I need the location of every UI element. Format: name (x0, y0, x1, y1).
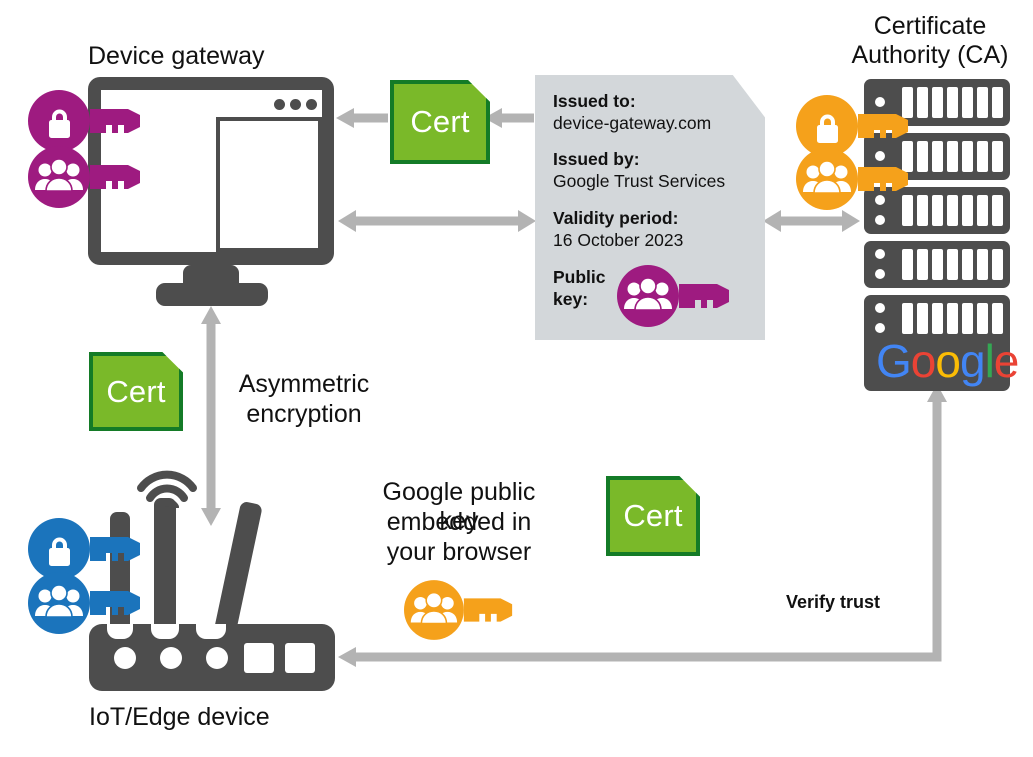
page-title-ca-line2: Authority (CA) (851, 41, 1009, 69)
window-dot-icon (306, 99, 317, 110)
cert-badge: Cert (390, 80, 490, 164)
page-title-device-gateway: Device gateway (88, 42, 265, 70)
label-verify-trust: Verify trust (786, 592, 881, 612)
rack-led-icon (875, 269, 885, 279)
label-google-key-line3: your browser (386, 538, 532, 566)
lock-key-icon (28, 90, 140, 152)
window-dot-icon (274, 99, 285, 110)
people-key-icon (796, 148, 908, 210)
arrow-gateway-panel-bidirectional (338, 210, 536, 232)
people-key-icon (617, 265, 729, 327)
rack-led-icon (875, 249, 885, 259)
google-logo-letter: o (935, 335, 961, 387)
cert-badge-label: Cert (410, 104, 470, 139)
antenna-middle (154, 498, 176, 637)
key-certificate-public (617, 265, 733, 332)
google-logo-letter: g (959, 335, 986, 387)
router-port (244, 643, 274, 673)
lock-key-icon (28, 518, 140, 580)
google-logo-letter: e (993, 335, 1020, 387)
issued-by-value: Google Trust Services (553, 171, 726, 191)
cert-badge-label: Cert (623, 498, 683, 533)
public-key-label-line2: key: (553, 289, 589, 309)
google-logo: Google (876, 335, 1020, 387)
diagram-canvas: Device gateway Cert Issued to: device-ga… (0, 0, 1033, 757)
issued-to-value: device-gateway.com (553, 113, 712, 133)
issued-by-label: Issued by: (553, 149, 640, 169)
google-logo-letter: o (910, 335, 937, 387)
certificate-details-panel: Issued to: device-gateway.com Issued by:… (535, 75, 765, 340)
router-port (285, 643, 315, 673)
wifi-icon (137, 470, 197, 508)
label-asymmetric-line1: Asymmetric (238, 370, 370, 398)
people-key-icon (28, 146, 140, 208)
people-key-icon (28, 572, 140, 634)
arrow-panel-to-cert (484, 108, 534, 128)
router-led-icon (114, 647, 136, 669)
public-key-label-line1: Public (553, 267, 606, 287)
key-iot-public (28, 572, 144, 639)
rack-unit-google: Google (864, 295, 1019, 391)
issued-to-label: Issued to: (553, 91, 636, 111)
rack-unit (864, 241, 1010, 288)
arrow-gateway-iot-bidirectional (201, 306, 221, 526)
label-iot-device: IoT/Edge device (89, 703, 270, 731)
people-key-icon (404, 580, 513, 640)
rack-led-icon (875, 215, 885, 225)
page-title-ca-line1: Certificate (873, 12, 987, 40)
label-google-key-line2: embedded in (386, 508, 532, 536)
router-led-icon (160, 647, 182, 669)
label-asymmetric-line2: encryption (246, 400, 362, 428)
cert-badge: Cert (89, 352, 183, 431)
google-logo-letter: G (876, 335, 912, 387)
arrow-cert-to-gateway (336, 108, 388, 128)
monitor-base (156, 283, 268, 306)
rack-led-icon (875, 303, 885, 313)
cert-badge-label: Cert (106, 373, 166, 409)
key-gateway-public (28, 146, 144, 213)
router-led-icon (206, 647, 228, 669)
validity-period-value: 16 October 2023 (553, 230, 684, 250)
key-ca-public (796, 148, 912, 215)
window-dot-icon (290, 99, 301, 110)
key-browser-public (404, 580, 516, 645)
browser-titlebar (216, 90, 322, 121)
google-logo-letter: l (984, 335, 995, 387)
cert-badge: Cert (606, 476, 700, 556)
validity-period-label: Validity period: (553, 208, 679, 228)
rack-led-icon (875, 323, 885, 333)
